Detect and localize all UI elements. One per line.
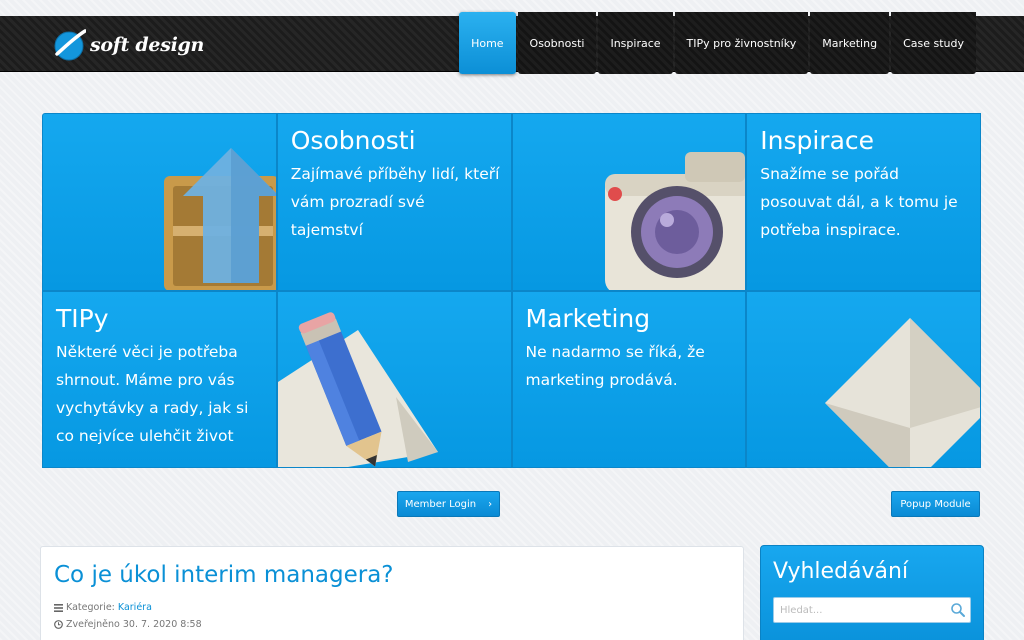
feature-tiles: Osobnosti Zajímavé příběhy lidí, kteří v… xyxy=(42,113,981,468)
tile-tipy[interactable]: TIPy Některé věci je potřeba shrnout. Má… xyxy=(42,290,277,468)
logo-globe-icon xyxy=(54,29,86,61)
tile-osobnosti-title: Osobnosti xyxy=(290,126,416,155)
tile-image-upload[interactable] xyxy=(42,113,277,291)
published-date: Zveřejněno 30. 7. 2020 8:58 xyxy=(66,619,202,630)
tile-image-envelope[interactable] xyxy=(746,290,981,468)
tile-osobnosti[interactable]: Osobnosti Zajímavé příběhy lidí, kteří v… xyxy=(276,113,512,291)
search-input[interactable] xyxy=(773,597,971,623)
pencil-paper-icon xyxy=(277,311,438,468)
article-published: Zveřejněno 30. 7. 2020 8:58 xyxy=(54,619,202,630)
envelope-icon xyxy=(825,317,981,468)
search-module: Vyhledávání xyxy=(760,545,984,640)
nav-item-tipy[interactable]: TIPy pro živnostníky xyxy=(674,12,809,74)
member-login-button[interactable]: Member Login › xyxy=(397,491,500,517)
tile-marketing-text: Ne nadarmo se říká, že marketing prodává… xyxy=(525,342,705,389)
chevron-right-icon: › xyxy=(488,498,493,510)
nav-item-home[interactable]: Home xyxy=(459,12,516,74)
article-card: Co je úkol interim managera? Kategorie: … xyxy=(40,546,744,640)
list-icon xyxy=(54,603,63,612)
tile-osobnosti-text: Zajímavé příběhy lidí, kteří vám prozrad… xyxy=(290,165,500,239)
tile-tipy-title: TIPy xyxy=(56,303,109,333)
tile-tipy-text: Některé věci je potřeba shrnout. Máme pr… xyxy=(56,342,249,445)
nav-item-osobnosti[interactable]: Osobnosti xyxy=(517,12,597,74)
search-icon[interactable] xyxy=(950,602,966,618)
nav-item-case-study[interactable]: Case study xyxy=(891,12,976,74)
tile-inspirace-text: Snažíme se pořád posouvat dál, a k tomu … xyxy=(760,165,958,239)
tile-image-pencil[interactable] xyxy=(276,290,512,468)
site-logo[interactable]: soft design xyxy=(52,28,204,62)
category-label: Kategorie: xyxy=(66,602,115,613)
top-navigation-bar: soft design Home Osobnosti Inspirace TIP… xyxy=(0,12,1024,74)
popup-module-label: Popup Module xyxy=(900,498,971,510)
main-nav: Home Osobnosti Inspirace TIPy pro živnos… xyxy=(459,12,976,74)
tile-marketing-title: Marketing xyxy=(525,303,651,333)
member-login-label: Member Login xyxy=(404,498,477,510)
article-category: Kategorie: Kariéra xyxy=(54,602,152,613)
nav-item-marketing[interactable]: Marketing xyxy=(810,12,890,74)
category-link[interactable]: Kariéra xyxy=(118,602,152,613)
tile-inspirace-title: Inspirace xyxy=(760,126,875,155)
tile-marketing[interactable]: Marketing Ne nadarmo se říká, že marketi… xyxy=(511,290,747,468)
search-title: Vyhledávání xyxy=(773,559,909,584)
tile-inspirace[interactable]: Inspirace Snažíme se pořád posouvat dál,… xyxy=(746,113,981,291)
nav-item-inspirace[interactable]: Inspirace xyxy=(598,12,673,74)
upload-box-icon xyxy=(164,148,276,290)
popup-module-button[interactable]: Popup Module xyxy=(891,491,980,517)
camera-icon xyxy=(604,152,746,290)
logo-text: soft design xyxy=(90,34,205,56)
article-title[interactable]: Co je úkol interim managera? xyxy=(54,562,394,588)
clock-icon xyxy=(54,620,63,629)
tile-image-camera[interactable] xyxy=(511,113,747,291)
